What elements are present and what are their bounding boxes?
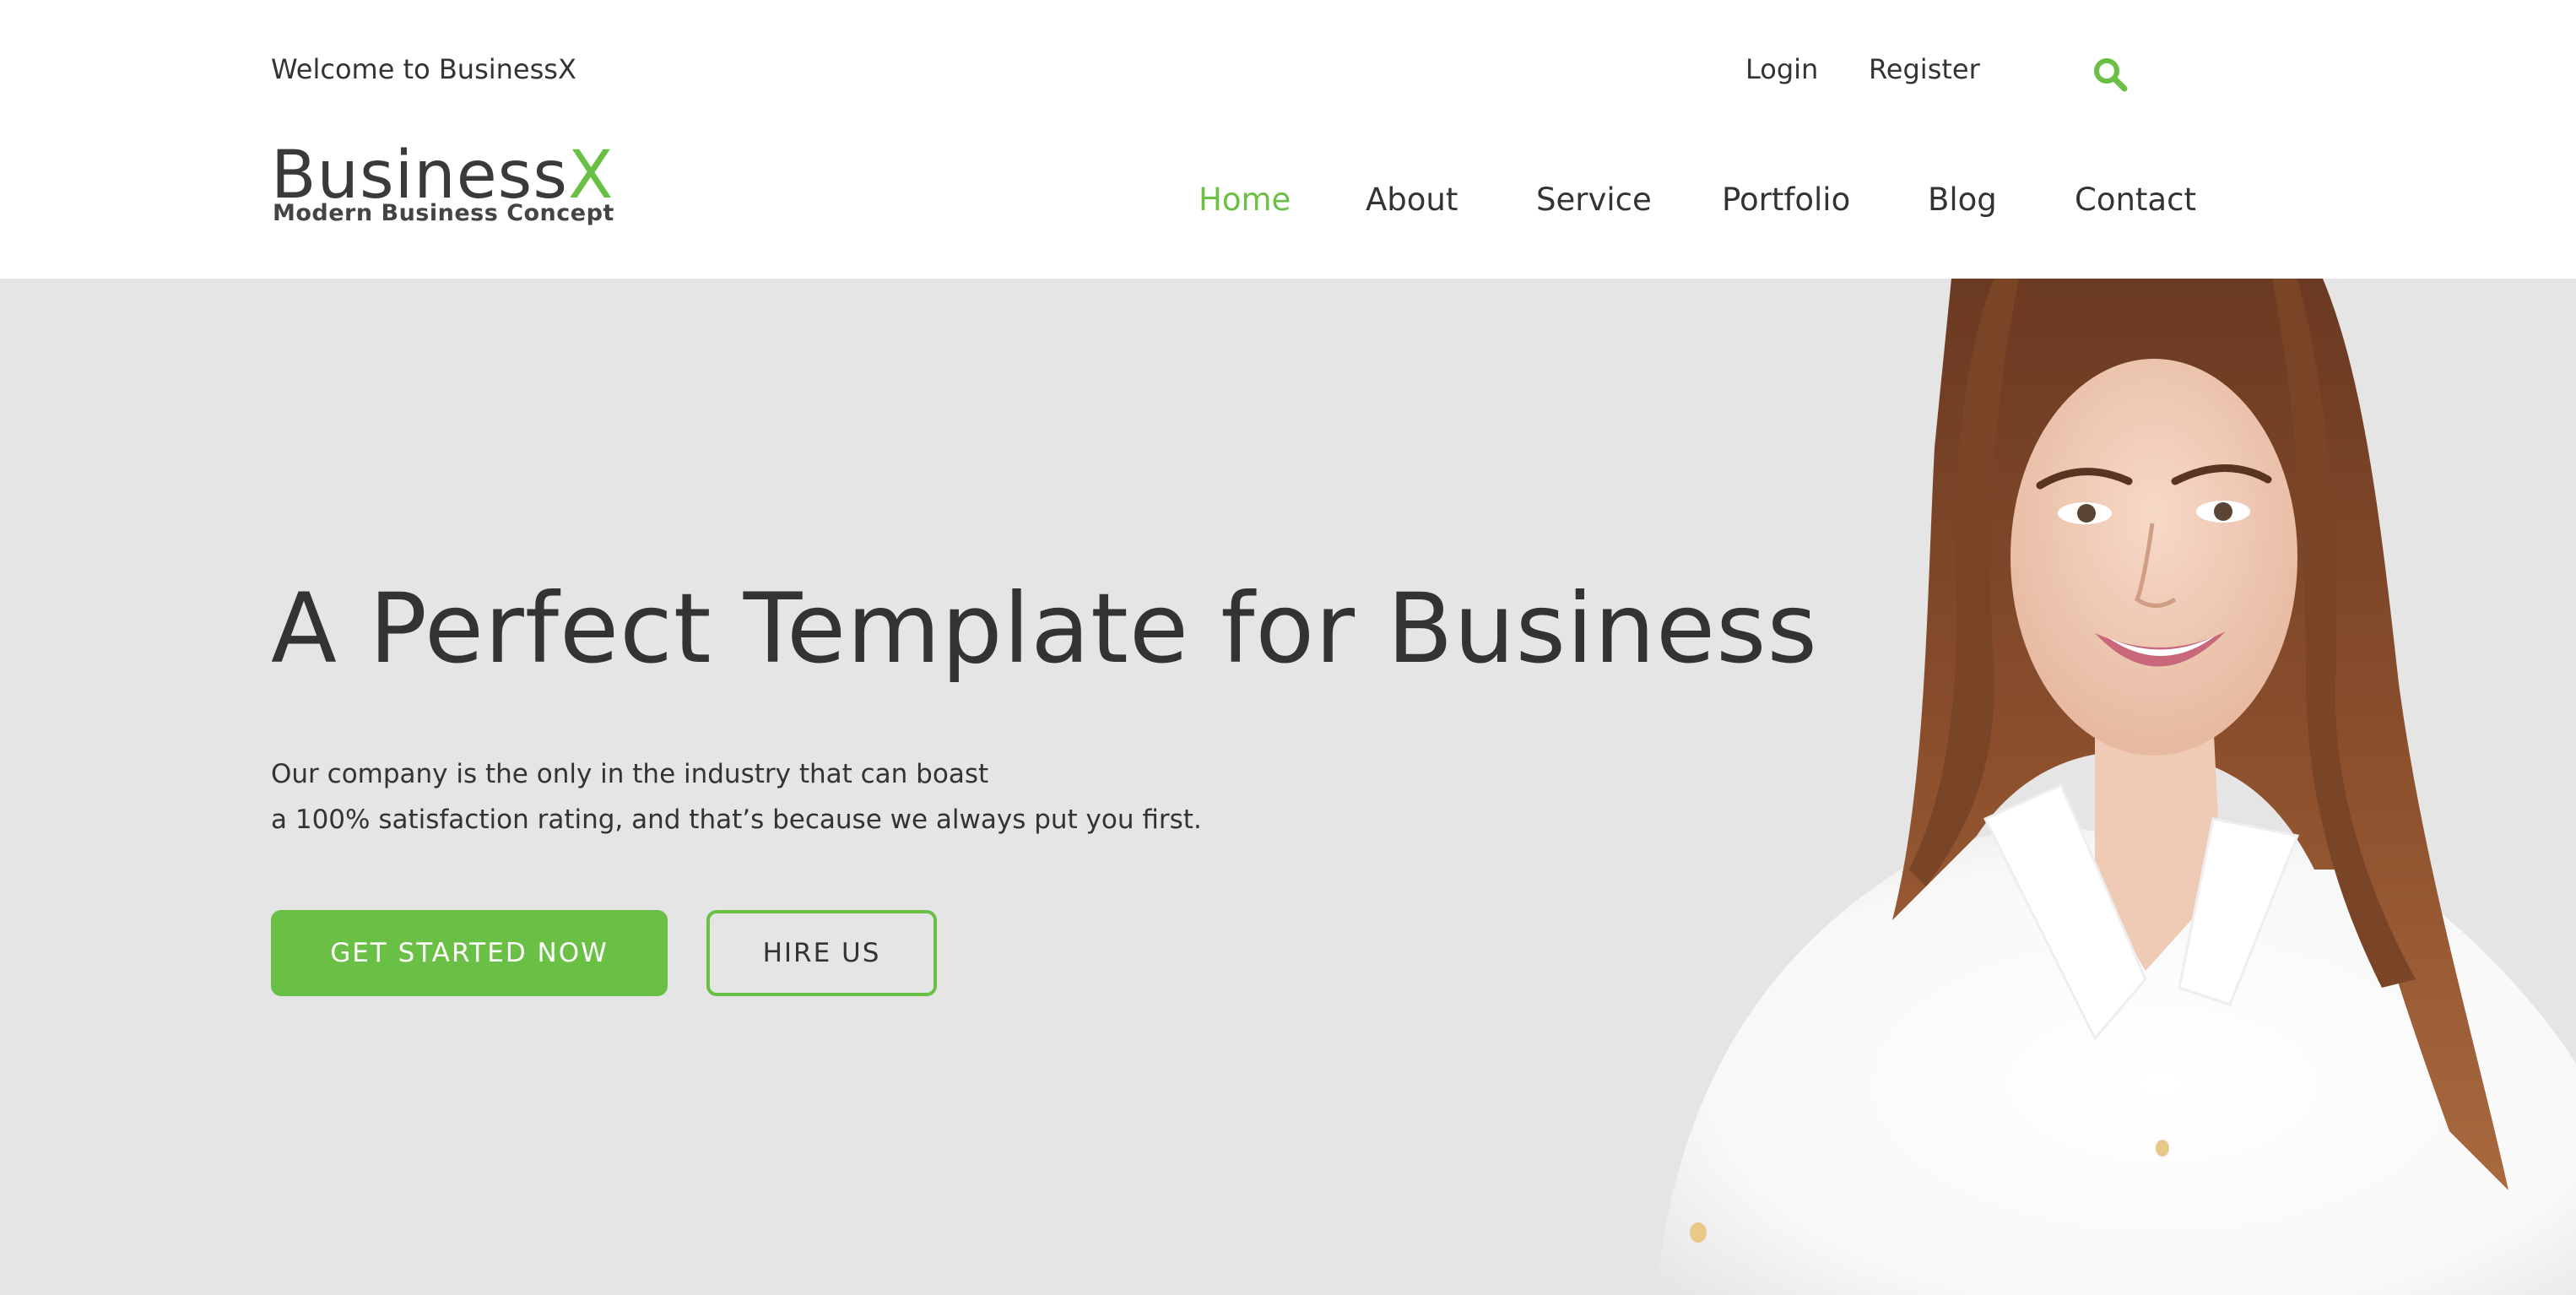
- logo[interactable]: BusinessX Modern Business Concept: [271, 142, 614, 235]
- nav-item-about[interactable]: About: [1366, 179, 1458, 221]
- get-started-button[interactable]: GET STARTED NOW: [271, 910, 668, 996]
- hero-section: A Perfect Template for Business Our comp…: [0, 279, 2576, 1295]
- hero-description-line-1: Our company is the only in the industry …: [271, 759, 989, 789]
- logo-tagline: Modern Business Concept: [273, 200, 614, 226]
- search-icon[interactable]: [2090, 54, 2130, 95]
- hero-woman-photo: [1622, 279, 2576, 1295]
- hire-us-button[interactable]: HIRE US: [706, 910, 937, 996]
- nav-item-portfolio[interactable]: Portfolio: [1722, 179, 1850, 221]
- login-link[interactable]: Login: [1745, 52, 1818, 86]
- register-link[interactable]: Register: [1869, 52, 1980, 86]
- nav-item-contact[interactable]: Contact: [2075, 179, 2196, 221]
- nav-item-blog[interactable]: Blog: [1928, 179, 1997, 221]
- hero-title: A Perfect Template for Business: [271, 572, 1818, 685]
- welcome-text: Welcome to BusinessX: [271, 53, 576, 85]
- hero-description-line-2: a 100% satisfaction rating, and that’s b…: [271, 805, 1202, 835]
- hero-description: Our company is the only in the industry …: [271, 751, 1202, 843]
- nav-item-service[interactable]: Service: [1536, 179, 1652, 221]
- nav-item-home[interactable]: Home: [1199, 179, 1291, 221]
- site-header: Welcome to BusinessX Login Register Busi…: [0, 0, 2576, 279]
